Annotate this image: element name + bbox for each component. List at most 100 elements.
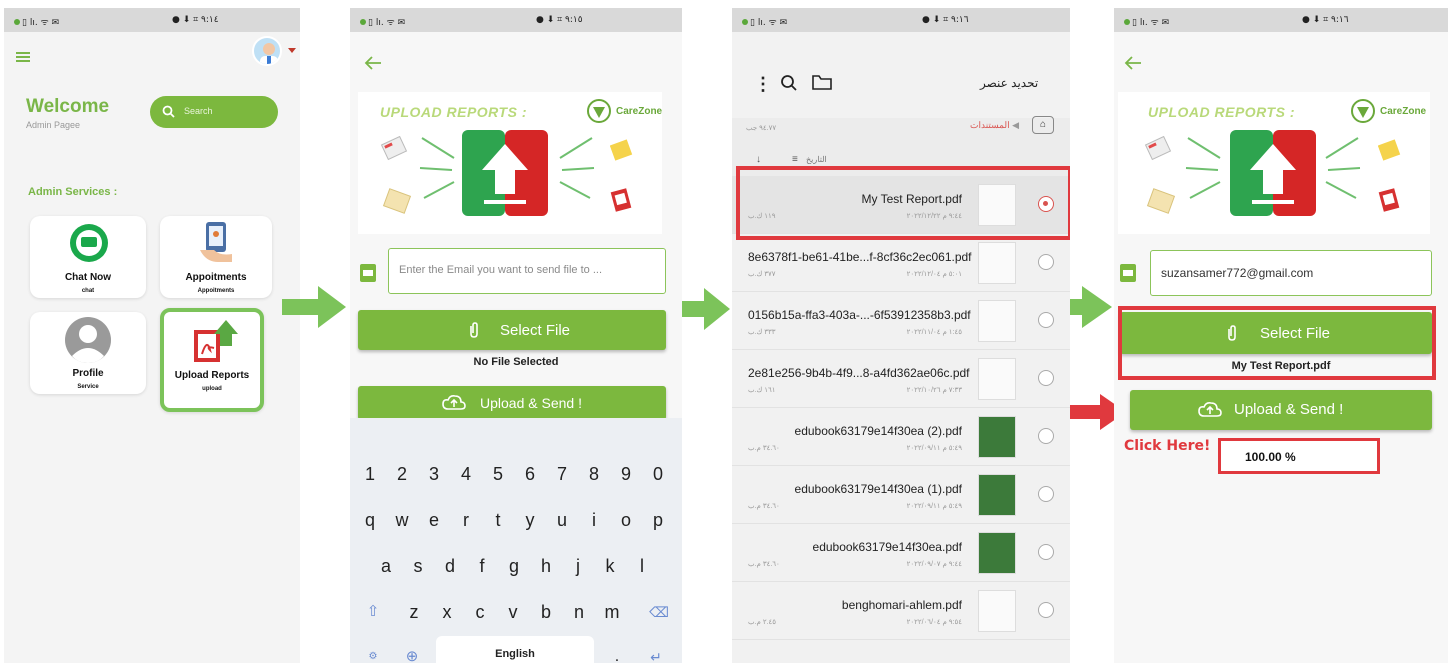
status-left: ▯ lı. ᯤ ✉ bbox=[742, 15, 787, 28]
document-icon bbox=[380, 136, 408, 161]
keyboard-key[interactable]: o bbox=[612, 502, 640, 538]
storage-size: ٩٤.٧٧ جب bbox=[746, 125, 777, 132]
chevron-down-icon[interactable] bbox=[288, 48, 296, 53]
keyboard-key[interactable]: x bbox=[433, 594, 461, 630]
shift-key[interactable]: ⇧ bbox=[362, 594, 384, 630]
keyboard-key[interactable]: j bbox=[564, 548, 592, 584]
upload-send-button[interactable]: Upload & Send ! bbox=[1130, 390, 1432, 430]
card-profile[interactable]: Profile Service bbox=[30, 312, 146, 394]
keyboard-key[interactable]: d bbox=[436, 548, 464, 584]
keyboard-key[interactable]: w bbox=[388, 502, 416, 538]
list-item[interactable]: edubook63179e14f30ea (2).pdf ٣٤.٦٠ م.ب ٥… bbox=[732, 408, 1070, 466]
folder-icon bbox=[1146, 188, 1176, 214]
settings-key[interactable]: ⚙ bbox=[362, 640, 384, 663]
burst-lines-icon bbox=[559, 137, 595, 199]
picker-title: تحديد عنصر bbox=[980, 76, 1039, 90]
keyboard-key[interactable]: 4 bbox=[452, 456, 480, 492]
keyboard-key[interactable]: e bbox=[420, 502, 448, 538]
search-input[interactable]: Search bbox=[150, 96, 278, 128]
card-upload-reports[interactable]: Upload Reports upload bbox=[160, 308, 264, 412]
keyboard-key[interactable]: 9 bbox=[612, 456, 640, 492]
menu-icon[interactable] bbox=[16, 50, 30, 62]
keyboard-key[interactable]: t bbox=[484, 502, 512, 538]
enter-key[interactable]: ↵ bbox=[638, 640, 674, 663]
keyboard-key[interactable]: c bbox=[466, 594, 494, 630]
space-key[interactable]: English bbox=[436, 636, 594, 663]
radio-button[interactable] bbox=[1038, 254, 1054, 270]
back-arrow-icon[interactable] bbox=[1124, 56, 1142, 70]
upload-send-button[interactable]: Upload & Send ! bbox=[358, 386, 666, 420]
list-item[interactable]: 2e81e256-9b4b-4f9...8-a4fd362ae06c.pdf ١… bbox=[732, 350, 1070, 408]
keyboard-key[interactable]: p bbox=[644, 502, 672, 538]
radio-button[interactable] bbox=[1038, 370, 1054, 386]
screen-file-picker: ▯ lı. ᯤ ✉ ● ⬇ ⌗ ٩:١٦ ⋮ تحديد عنصر ٩٤.٧٧ … bbox=[732, 8, 1070, 663]
keyboard-key[interactable]: k bbox=[596, 548, 624, 584]
keyboard-key[interactable]: f bbox=[468, 548, 496, 584]
more-icon[interactable]: ⋮ bbox=[754, 74, 772, 95]
keyboard-key[interactable]: y bbox=[516, 502, 544, 538]
keyboard-key[interactable]: h bbox=[532, 548, 560, 584]
keyboard-key[interactable]: b bbox=[532, 594, 560, 630]
file-name: edubook63179e14f30ea (2).pdf bbox=[794, 424, 962, 438]
back-arrow-icon[interactable] bbox=[364, 56, 382, 70]
card-subtitle: upload bbox=[202, 386, 222, 392]
keyboard-key[interactable]: s bbox=[404, 548, 432, 584]
keyboard-key[interactable]: i bbox=[580, 502, 608, 538]
email-field[interactable]: Enter the Email you want to send file to… bbox=[388, 248, 666, 294]
radio-button[interactable] bbox=[1038, 486, 1054, 502]
upload-send-label: Upload & Send ! bbox=[1234, 401, 1344, 418]
keyboard-key[interactable]: 7 bbox=[548, 456, 576, 492]
status-bar: ▯ lı. ᯤ ✉ ● ⬇ ⌗ ٩:١٥ bbox=[350, 8, 682, 32]
file-thumbnail bbox=[978, 532, 1016, 574]
period-key[interactable]: . bbox=[606, 640, 628, 663]
radio-button[interactable] bbox=[1038, 602, 1054, 618]
globe-icon[interactable]: ⊕ bbox=[398, 640, 426, 663]
keyboard-key[interactable]: l bbox=[628, 548, 656, 584]
card-appointments[interactable]: Appoitments Appoitments bbox=[160, 216, 272, 298]
avatar[interactable] bbox=[252, 36, 282, 66]
list-item[interactable]: edubook63179e14f30ea.pdf ٣٤.٦٠ م.ب ٩:٤٤ … bbox=[732, 524, 1070, 582]
keyboard-key[interactable]: 1 bbox=[356, 456, 384, 492]
keyboard-key[interactable]: g bbox=[500, 548, 528, 584]
email-field[interactable]: suzansamer772@gmail.com bbox=[1150, 250, 1432, 296]
radio-button[interactable] bbox=[1038, 428, 1054, 444]
stage: ▯ lı. ᯤ ✉ ● ⬇ ⌗ ٩:١٤ Welcome Admin Pagee… bbox=[0, 0, 1448, 663]
list-item[interactable]: 8e6378f1-be61-41be...f-8cf36c2ec061.pdf … bbox=[732, 234, 1070, 292]
keyboard-key[interactable]: 0 bbox=[644, 456, 672, 492]
breadcrumb[interactable]: المستندات ◀ bbox=[970, 120, 1019, 131]
keyboard-key[interactable]: m bbox=[598, 594, 626, 630]
list-item[interactable]: 0156b15a-ffa3-403a-...-6f53912358b3.pdf … bbox=[732, 292, 1070, 350]
keyboard-key[interactable]: 5 bbox=[484, 456, 512, 492]
keyboard-key[interactable]: 6 bbox=[516, 456, 544, 492]
backspace-key[interactable]: ⌫ bbox=[646, 594, 672, 630]
card-chat-now[interactable]: Chat Now chat bbox=[30, 216, 146, 298]
file-name: 0156b15a-ffa3-403a-...-6f53912358b3.pdf bbox=[748, 308, 971, 322]
pdf-field-icon bbox=[1120, 264, 1136, 282]
keyboard-key[interactable]: v bbox=[499, 594, 527, 630]
list-item[interactable]: edubook63179e14f30ea (1).pdf ٣٤.٦٠ م.ب ٥… bbox=[732, 466, 1070, 524]
keyboard-key[interactable]: q bbox=[356, 502, 384, 538]
keyboard-key[interactable]: n bbox=[565, 594, 593, 630]
search-icon[interactable] bbox=[780, 74, 798, 92]
banner-title: UPLOAD REPORTS : bbox=[1148, 104, 1295, 120]
file-date: ٥:٠١ م ٢٠٢٢/١٢/٠٤ bbox=[906, 271, 962, 278]
keyboard-key[interactable]: r bbox=[452, 502, 480, 538]
radio-button[interactable] bbox=[1038, 312, 1054, 328]
keyboard-key[interactable]: 8 bbox=[580, 456, 608, 492]
home-icon[interactable]: ⌂ bbox=[1032, 116, 1054, 134]
keyboard-key[interactable]: z bbox=[400, 594, 428, 630]
file-thumbnail bbox=[978, 242, 1016, 284]
keyboard-key[interactable]: 2 bbox=[388, 456, 416, 492]
keyboard: 1234567890 qwertyuiop asdfghjkl zxcvbnm … bbox=[350, 418, 682, 663]
file-status: No File Selected bbox=[473, 356, 559, 368]
keyboard-key[interactable]: a bbox=[372, 548, 400, 584]
cloud-upload-icon bbox=[1198, 402, 1222, 417]
select-file-button[interactable]: Select File bbox=[358, 310, 666, 350]
upload-cloud-icon bbox=[1230, 130, 1316, 216]
status-left: ▯ lı. ᯤ ✉ bbox=[360, 15, 405, 28]
keyboard-key[interactable]: u bbox=[548, 502, 576, 538]
folder-icon[interactable] bbox=[812, 74, 832, 90]
keyboard-key[interactable]: 3 bbox=[420, 456, 448, 492]
radio-button[interactable] bbox=[1038, 544, 1054, 560]
list-item[interactable]: benghomari-ahlem.pdf ٢.٤٥ م.ب ٩:٥٤ م ٢٠٢… bbox=[732, 582, 1070, 640]
